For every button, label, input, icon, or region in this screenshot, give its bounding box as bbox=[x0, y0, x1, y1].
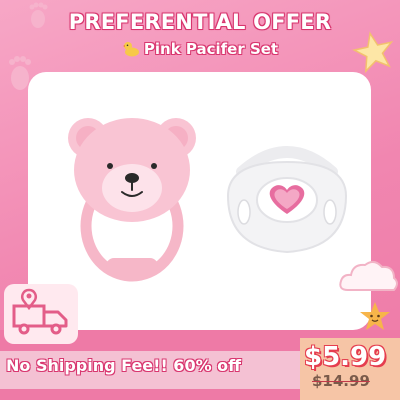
offer-title: PREFERENTIAL OFFER bbox=[68, 10, 332, 34]
duck-icon bbox=[122, 41, 140, 57]
delivery-truck-icon bbox=[4, 284, 78, 344]
bear-pacifier-image bbox=[68, 118, 196, 282]
sale-price: $5.99 bbox=[304, 342, 387, 372]
cloud-icon bbox=[339, 261, 398, 291]
star-face-icon bbox=[360, 302, 390, 330]
shipping-offer-text: No Shipping Fee!! 60% off bbox=[6, 356, 242, 375]
original-price: $14.99 bbox=[312, 372, 370, 390]
product-subtitle-text: Pink Pacifer Set bbox=[143, 40, 279, 58]
heart-pacifier-image bbox=[226, 146, 348, 254]
product-subtitle: Pink Pacifer Set bbox=[0, 40, 400, 58]
